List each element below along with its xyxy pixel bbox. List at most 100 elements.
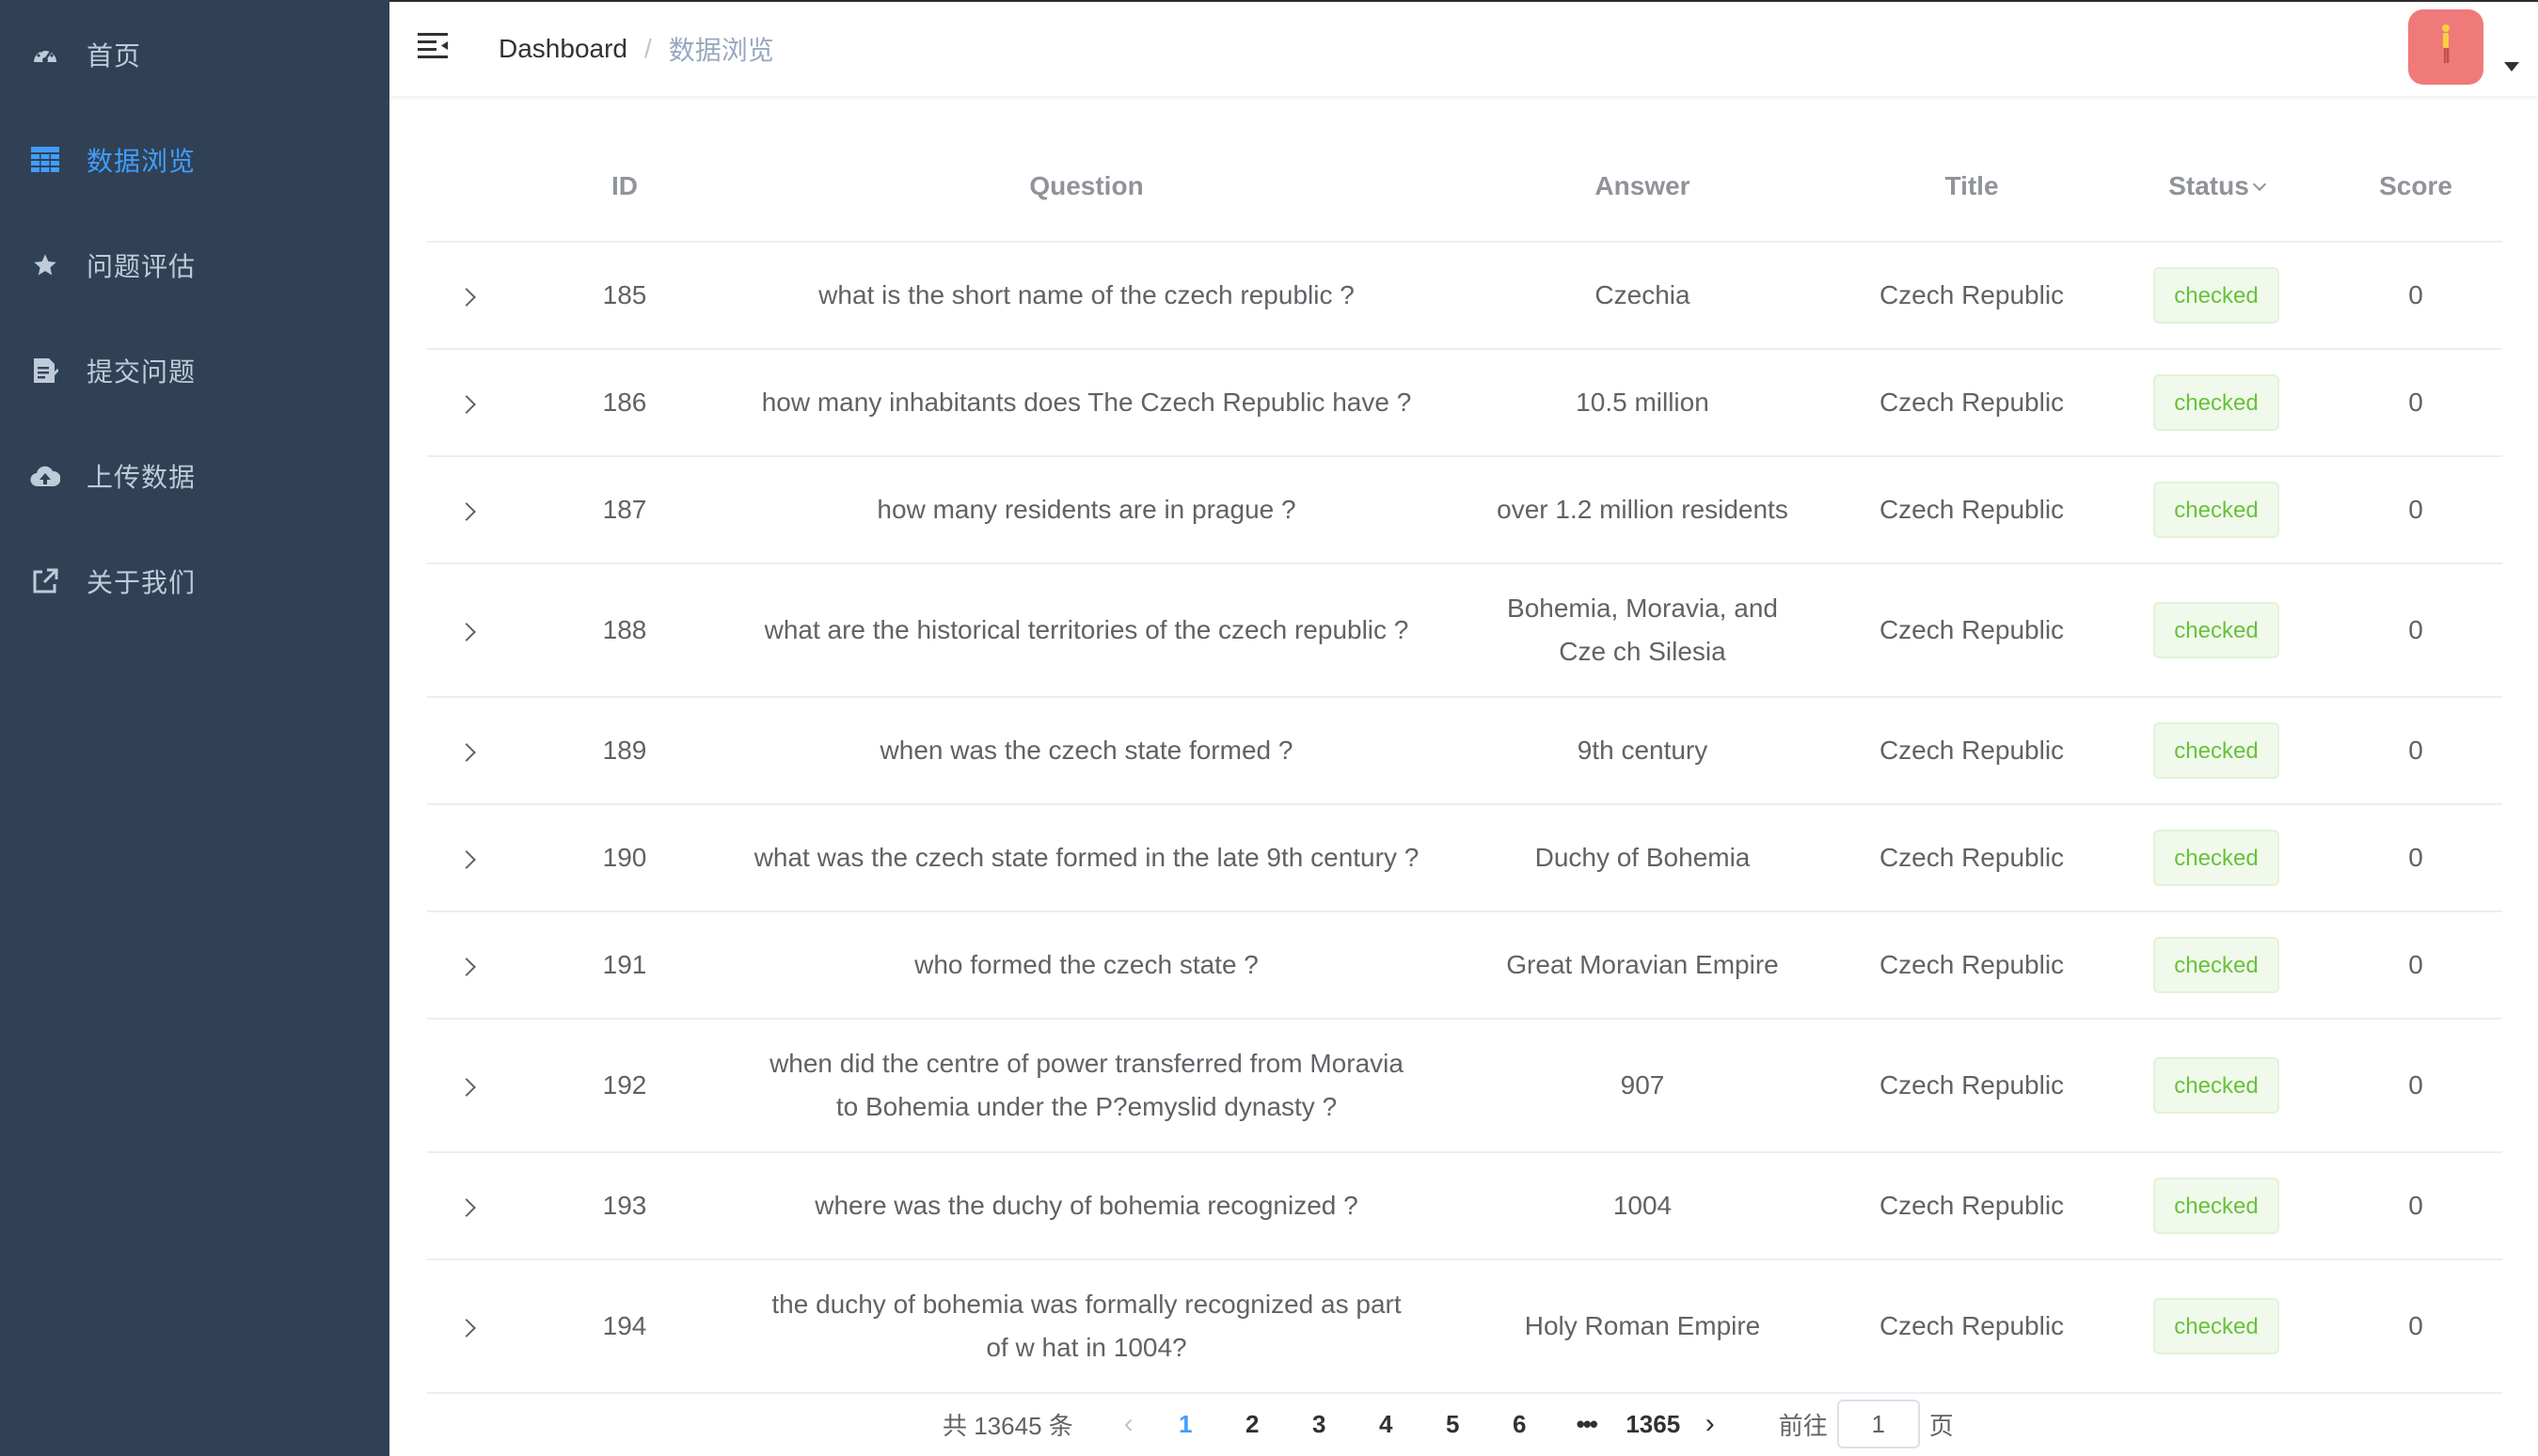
chevron-right-icon[interactable]	[457, 1078, 476, 1097]
sidebar-item-home[interactable]: 首页	[0, 2, 389, 107]
page-number-button[interactable]: 6	[1486, 1410, 1553, 1439]
hamburger-menu-icon[interactable]	[418, 32, 450, 62]
table-row: 189 when was the czech state formed ? 9t…	[427, 697, 2502, 805]
row-expand-toggle[interactable]	[427, 911, 521, 1020]
document-icon	[28, 354, 62, 388]
chevron-right-icon[interactable]	[457, 288, 476, 307]
page-number-button[interactable]: 3	[1286, 1410, 1353, 1439]
row-expand-toggle[interactable]	[427, 456, 521, 564]
chevron-right-icon[interactable]	[457, 1319, 476, 1337]
cell-score: 0	[2329, 349, 2502, 457]
cell-status: checked	[2103, 242, 2329, 350]
sidebar-item-question-eval[interactable]: 问题评估	[0, 213, 389, 318]
cell-id: 186	[521, 349, 728, 457]
page-number-button[interactable]: 2	[1219, 1410, 1286, 1439]
cell-score: 0	[2329, 456, 2502, 564]
cell-score: 0	[2329, 911, 2502, 1020]
chevron-right-icon[interactable]	[457, 957, 476, 976]
last-page-button[interactable]: 1365	[1620, 1410, 1687, 1439]
cell-title: Czech Republic	[1840, 242, 2103, 350]
column-header-score: Score	[2329, 132, 2502, 243]
table-row: 190 what was the czech state formed in t…	[427, 804, 2502, 912]
chevron-right-icon[interactable]	[457, 1198, 476, 1217]
cell-answer: Duchy of Bohemia	[1445, 804, 1840, 912]
breadcrumb: Dashboard / 数据浏览	[499, 30, 774, 68]
cell-answer: 907	[1445, 1019, 1840, 1153]
row-expand-toggle[interactable]	[427, 804, 521, 912]
cell-id: 189	[521, 697, 728, 805]
page-jumper: 前往 页	[1779, 1400, 1954, 1448]
row-expand-toggle[interactable]	[427, 242, 521, 350]
avatar-dropdown-caret-icon[interactable]	[2504, 62, 2519, 71]
sidebar-item-data-browse[interactable]: 数据浏览	[0, 107, 389, 213]
cell-answer: over 1.2 million residents	[1445, 456, 1840, 564]
page-number-button[interactable]: 4	[1353, 1410, 1420, 1439]
cell-score: 0	[2329, 563, 2502, 698]
row-expand-toggle[interactable]	[427, 1019, 521, 1153]
cell-title: Czech Republic	[1840, 1259, 2103, 1394]
top-navbar: Dashboard / 数据浏览	[389, 0, 2538, 96]
chevron-right-icon[interactable]	[457, 743, 476, 762]
table-row: 193 where was the duchy of bohemia recog…	[427, 1152, 2502, 1260]
status-badge: checked	[2153, 1298, 2279, 1354]
column-header-question: Question	[728, 132, 1445, 243]
goto-page-input[interactable]	[1836, 1400, 1920, 1448]
row-expand-toggle[interactable]	[427, 349, 521, 457]
table-header-row: ID Question Answer Title Status Score	[427, 132, 2502, 243]
row-expand-toggle[interactable]	[427, 1259, 521, 1394]
breadcrumb-separator: /	[643, 34, 652, 63]
cell-question: where was the duchy of bohemia recognize…	[728, 1152, 1445, 1260]
cell-id: 194	[521, 1259, 728, 1394]
cell-answer: Bohemia, Moravia, and Cze ch Silesia	[1445, 563, 1840, 698]
chevron-right-icon[interactable]	[457, 623, 476, 641]
goto-suffix-label: 页	[1928, 1411, 1954, 1440]
status-badge: checked	[2153, 830, 2279, 886]
external-link-icon	[28, 564, 62, 598]
column-header-expand	[427, 132, 521, 243]
chevron-right-icon[interactable]	[457, 850, 476, 869]
sidebar-item-label: 提交问题	[87, 357, 197, 387]
cell-answer: Great Moravian Empire	[1445, 911, 1840, 1020]
column-header-status[interactable]: Status	[2103, 132, 2329, 243]
more-pages-button[interactable]: •••	[1553, 1410, 1620, 1439]
cell-question: when was the czech state formed ?	[728, 697, 1445, 805]
table-row: 185 what is the short name of the czech …	[427, 242, 2502, 350]
cell-answer: 9th century	[1445, 697, 1840, 805]
breadcrumb-current: 数据浏览	[668, 36, 774, 65]
cell-title: Czech Republic	[1840, 911, 2103, 1020]
sidebar-item-label: 数据浏览	[87, 147, 197, 176]
sidebar-item-upload-data[interactable]: 上传数据	[0, 423, 389, 529]
row-expand-toggle[interactable]	[427, 1152, 521, 1260]
cell-question: the duchy of bohemia was formally recogn…	[728, 1259, 1445, 1394]
cell-title: Czech Republic	[1840, 804, 2103, 912]
chevron-right-icon[interactable]	[457, 395, 476, 414]
sidebar-item-submit-question[interactable]: 提交问题	[0, 318, 389, 423]
filter-caret-icon[interactable]	[2252, 177, 2266, 192]
user-avatar[interactable]	[2408, 9, 2483, 85]
column-header-answer: Answer	[1445, 132, 1840, 243]
page-number-button[interactable]: 1	[1152, 1410, 1219, 1439]
cell-score: 0	[2329, 1019, 2502, 1153]
sidebar-item-label: 首页	[87, 41, 142, 71]
breadcrumb-home-link[interactable]: Dashboard	[499, 34, 627, 64]
sidebar-item-about-us[interactable]: 关于我们	[0, 529, 389, 634]
chevron-right-icon[interactable]	[457, 502, 476, 521]
cell-answer: Czechia	[1445, 242, 1840, 350]
prev-page-button[interactable]: ‹	[1105, 1408, 1152, 1440]
star-icon	[28, 248, 62, 282]
cell-title: Czech Republic	[1840, 697, 2103, 805]
page-number-button[interactable]: 5	[1420, 1410, 1486, 1439]
column-header-title: Title	[1840, 132, 2103, 243]
row-expand-toggle[interactable]	[427, 697, 521, 805]
cell-answer: Holy Roman Empire	[1445, 1259, 1840, 1394]
cell-id: 192	[521, 1019, 728, 1153]
cell-status: checked	[2103, 349, 2329, 457]
next-page-button[interactable]: ›	[1687, 1408, 1734, 1440]
cell-score: 0	[2329, 242, 2502, 350]
table-row: 191 who formed the czech state ? Great M…	[427, 911, 2502, 1020]
cell-status: checked	[2103, 1152, 2329, 1260]
row-expand-toggle[interactable]	[427, 563, 521, 698]
pagination-total: 共 13645 条	[943, 1411, 1073, 1440]
cell-status: checked	[2103, 1259, 2329, 1394]
cell-score: 0	[2329, 1259, 2502, 1394]
